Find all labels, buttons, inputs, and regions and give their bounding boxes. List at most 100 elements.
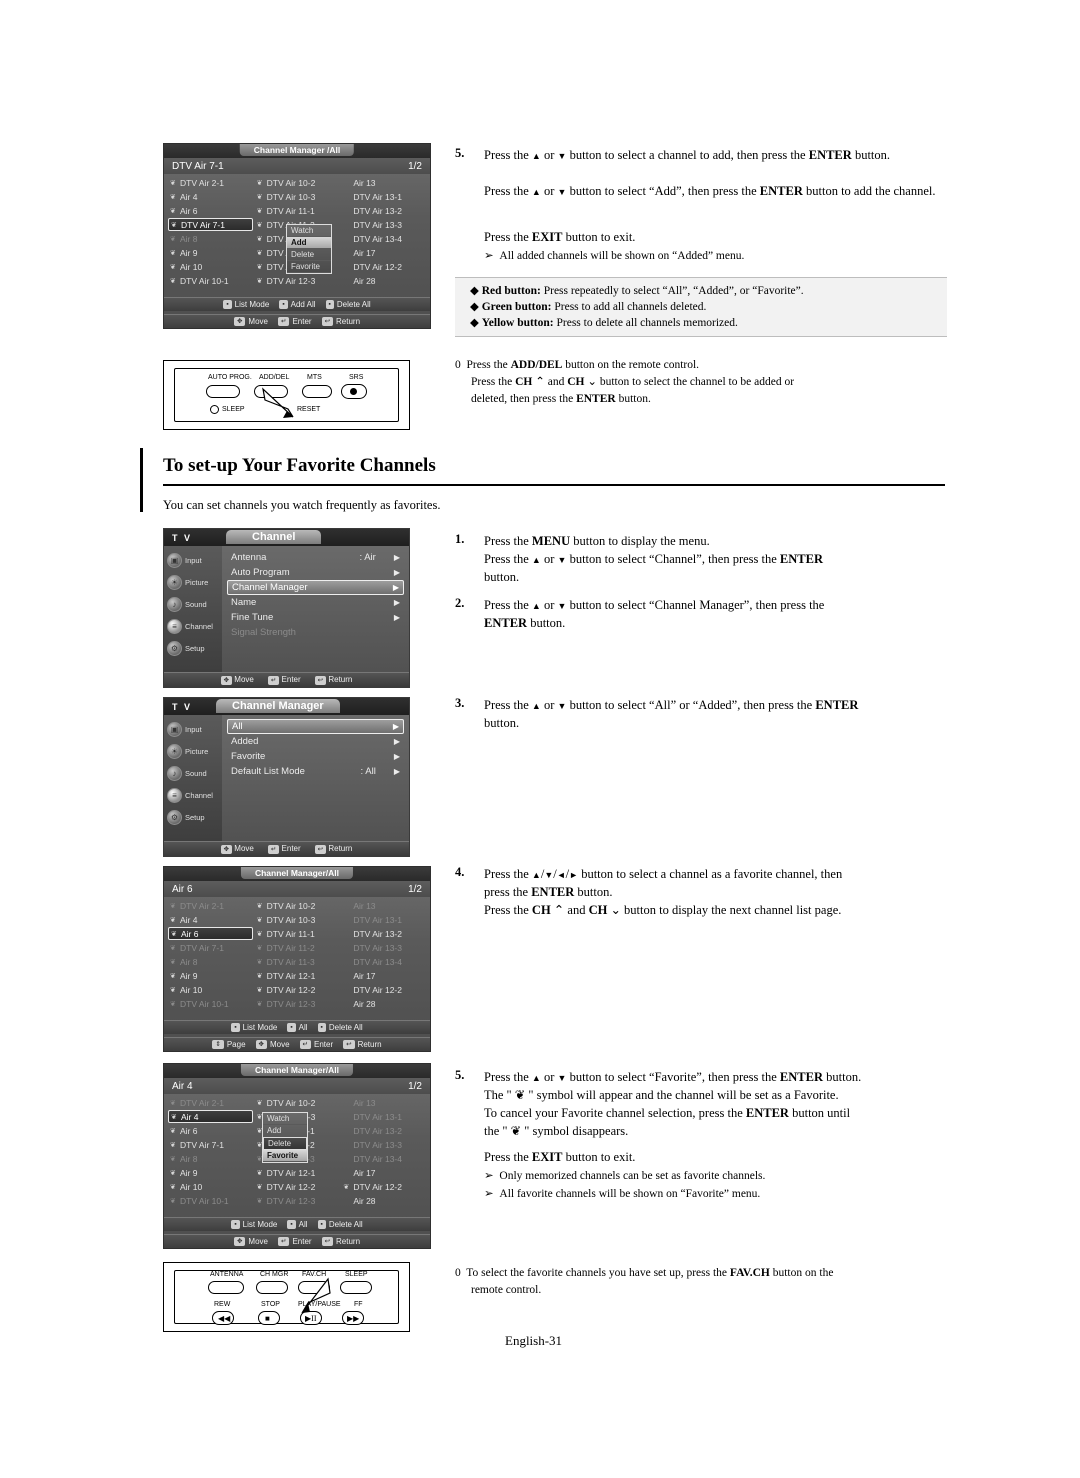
channel-cell[interactable]: Air 13	[341, 1096, 426, 1109]
channel-cell[interactable]: ❦DTV Air 10-3	[255, 190, 340, 203]
channel-cell[interactable]: ❦DTV Air 11-2	[255, 941, 340, 954]
channel-cell[interactable]: ❦ DTV Air 10-2	[255, 899, 340, 912]
channel-cell[interactable]: DTV Air 13-2	[341, 927, 426, 940]
osd2-btn-return[interactable]: ↩ Return	[343, 1040, 382, 1049]
channel-cell[interactable]: ❦DTV Air 11-3	[255, 955, 340, 968]
channel-cell[interactable]: ❦ Air 4	[168, 1110, 253, 1123]
rail-item-input[interactable]: ▣ Input	[164, 718, 222, 740]
cmm-btn-enter[interactable]: ↵ Enter	[267, 844, 301, 854]
channel-cell[interactable]: Air 17	[341, 1166, 426, 1179]
osd3-btn-move[interactable]: ✥ Move	[233, 1237, 268, 1246]
channel-cell[interactable]: ❦DTV Air 12-2	[255, 1180, 340, 1193]
menu-row-added[interactable]: Added ▶	[227, 734, 404, 749]
osd1-btn-enter[interactable]: ↵ Enter	[277, 317, 312, 326]
channel-cell[interactable]: DTV Air 13-3	[341, 1138, 426, 1151]
menu-row-all[interactable]: All ▶	[227, 719, 404, 734]
menu-row-favorite[interactable]: Favorite ▶	[227, 749, 404, 764]
button-sleep-2[interactable]	[340, 1281, 372, 1294]
popup3-item-watch[interactable]: Watch	[263, 1113, 307, 1125]
menu-row-channel-manager[interactable]: Channel Manager ▶	[227, 580, 404, 595]
channel-cell[interactable]: ❦ DTV Air 2-1	[168, 176, 253, 189]
channel-cell[interactable]: DTV Air 13-2	[341, 1124, 426, 1137]
osd3-btn-enter[interactable]: ↵ Enter	[277, 1237, 312, 1246]
channel-cell[interactable]: ❦ Air 6	[168, 1124, 253, 1137]
channel-cell[interactable]: ❦ Air 6	[168, 204, 253, 217]
channel-cell[interactable]: DTV Air 13-3	[341, 941, 426, 954]
channel-cell[interactable]: DTV Air 12-2	[341, 260, 426, 273]
channel-cell[interactable]: ❦DTV Air 12-1	[255, 969, 340, 982]
channel-cell[interactable]: ❦ DTV Air 10-1	[168, 1194, 253, 1207]
button-ch-mgr[interactable]	[256, 1281, 288, 1294]
channel-cell[interactable]: ❦ DTV Air 2-1	[168, 899, 253, 912]
channel-cell[interactable]: ❦ Air 10	[168, 260, 253, 273]
channel-cell[interactable]: ❦ Air 8	[168, 1152, 253, 1165]
chm-btn-enter[interactable]: ↵ Enter	[267, 675, 301, 685]
channel-cell[interactable]: ❦ Air 4	[168, 913, 253, 926]
channel-menu-list[interactable]: Antenna: Air ▶ Auto Program ▶ Channel Manage…	[222, 546, 409, 672]
cmm-btn-return[interactable]: ↩ Return	[314, 844, 352, 854]
rail-item-channel[interactable]: ≡ Channel	[164, 784, 222, 806]
chm-btn-return[interactable]: ↩ Return	[314, 675, 352, 685]
osd2-btn-move[interactable]: ✥ Move	[255, 1040, 290, 1049]
menu-row-auto-program[interactable]: Auto Program ▶	[227, 565, 404, 580]
channel-cell[interactable]: DTV Air 13-4	[341, 955, 426, 968]
popup1-item-delete[interactable]: Delete	[287, 249, 331, 261]
channel-cell[interactable]: ❦ Air 8	[168, 232, 253, 245]
channel-cell[interactable]: ❦ DTV Air 10-1	[168, 274, 253, 287]
channel-cell[interactable]: ❦ DTV Air 12-3	[255, 274, 340, 287]
channel-cell[interactable]: Air 28	[341, 997, 426, 1010]
menu-row-name[interactable]: Name ▶	[227, 595, 404, 610]
channel-cell[interactable]: DTV Air 12-2	[341, 983, 426, 996]
osd2-btn-page[interactable]: ⇕ Page	[212, 1040, 246, 1049]
popup3-item-favorite[interactable]: Favorite	[263, 1150, 307, 1162]
channel-cell[interactable]: DTV Air 13-1	[341, 190, 426, 203]
osd1-btn-delete-all[interactable]: ▪ Delete All	[325, 300, 371, 309]
osd2-btn-all[interactable]: ▪ All	[287, 1023, 308, 1032]
channel-cell[interactable]: DTV Air 13-4	[341, 1152, 426, 1165]
cm-menu-rail[interactable]: ▣ Input ☀ Picture ♪ Sound ≡ Channel ⚙ Setup	[164, 715, 222, 841]
rail-item-setup[interactable]: ⚙ Setup	[164, 637, 222, 659]
channel-cell[interactable]: Air 17	[341, 246, 426, 259]
button-sleep[interactable]	[210, 405, 219, 414]
channel-cell[interactable]: ❦ DTV Air 7-1	[168, 218, 253, 231]
chm-btn-move[interactable]: ✥ Move	[220, 675, 254, 685]
channel-cell[interactable]: ❦ DTV Air 10-2	[255, 1096, 340, 1109]
channel-cell[interactable]: ❦ DTV Air 7-1	[168, 1138, 253, 1151]
button-auto-prog[interactable]	[206, 385, 240, 398]
osd3-btn-delete-all[interactable]: ▪ Delete All	[317, 1220, 363, 1229]
channel-cell[interactable]: ❦ Air 10	[168, 1180, 253, 1193]
osd1-btn-add-all[interactable]: ▪ Add All	[279, 300, 316, 309]
channel-cell[interactable]: ❦DTV Air 10-3	[255, 913, 340, 926]
menu-row-antenna[interactable]: Antenna: Air ▶	[227, 550, 404, 565]
osd2-btn-delete-all[interactable]: ▪ Delete All	[317, 1023, 363, 1032]
channel-cell[interactable]: ❦ DTV Air 12-3	[255, 1194, 340, 1207]
rail-item-sound[interactable]: ♪ Sound	[164, 593, 222, 615]
channel-cell[interactable]: DTV Air 13-2	[341, 204, 426, 217]
cmm-btn-move[interactable]: ✥ Move	[220, 844, 254, 854]
channel-cell[interactable]: ❦DTV Air 12-1	[255, 1166, 340, 1179]
channel-menu-rail[interactable]: ▣ Input ☀ Picture ♪ Sound ≡ Channel ⚙ Setup	[164, 546, 222, 672]
osd2-channel-grid[interactable]: ❦ DTV Air 2-1 ❦ DTV Air 10-2 Air 13 ❦ Air 4 ❦ DT…	[164, 897, 430, 1012]
channel-cell[interactable]: Air 13	[341, 176, 426, 189]
channel-cell[interactable]: ❦ Air 10	[168, 983, 253, 996]
channel-cell[interactable]: ❦ Air 9	[168, 1166, 253, 1179]
button-antenna[interactable]	[208, 1281, 244, 1294]
menu-row-fine-tune[interactable]: Fine Tune ▶	[227, 610, 404, 625]
channel-cell[interactable]: DTV Air 13-1	[341, 1110, 426, 1123]
popup3-item-add[interactable]: Add	[263, 1125, 307, 1137]
channel-cell[interactable]: ❦ Air 4	[168, 190, 253, 203]
channel-cell[interactable]: ❦ Air 9	[168, 246, 253, 259]
channel-cell[interactable]: ❦DTV Air 11-1	[255, 927, 340, 940]
channel-cell[interactable]: ❦ DTV Air 10-1	[168, 997, 253, 1010]
channel-cell[interactable]: ❦ DTV Air 2-1	[168, 1096, 253, 1109]
channel-cell[interactable]: DTV Air 13-1	[341, 913, 426, 926]
osd2-btn-enter[interactable]: ↵ Enter	[299, 1040, 333, 1049]
rail-item-input[interactable]: ▣ Input	[164, 549, 222, 571]
rail-item-channel[interactable]: ≡ Channel	[164, 615, 222, 637]
rail-item-setup[interactable]: ⚙ Setup	[164, 806, 222, 828]
channel-cell[interactable]: ❦ Air 6	[168, 927, 253, 940]
popup1-item-watch[interactable]: Watch	[287, 225, 331, 237]
osd1-context-popup[interactable]: Watch Add Delete Favorite	[286, 224, 332, 274]
rail-item-picture[interactable]: ☀ Picture	[164, 571, 222, 593]
osd3-btn-return[interactable]: ↩ Return	[321, 1237, 360, 1246]
